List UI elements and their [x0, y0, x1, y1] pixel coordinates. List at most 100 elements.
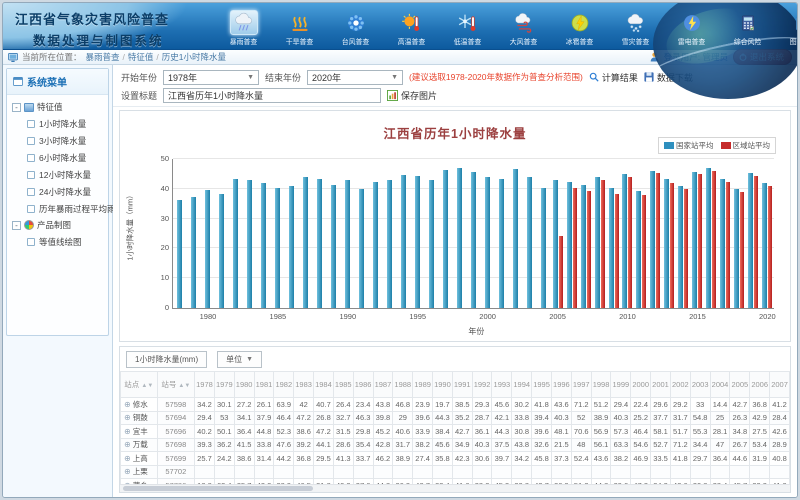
col-year[interactable]: 1980 — [234, 372, 254, 398]
col-year[interactable]: 1981 — [254, 372, 274, 398]
expand-icon[interactable]: ⊕ — [124, 427, 131, 436]
nav-item-snow[interactable]: 雪灾普查 — [613, 10, 658, 47]
scrollbar-thumb[interactable] — [123, 486, 313, 491]
bar-national-avg[interactable] — [748, 173, 753, 308]
legend-item[interactable]: 区域站平均 — [721, 140, 771, 151]
bar-national-avg[interactable] — [678, 186, 683, 308]
col-station-id[interactable]: 站号 ▲▼ — [157, 372, 194, 398]
col-year[interactable]: 1992 — [472, 372, 492, 398]
col-year[interactable]: 2003 — [690, 372, 710, 398]
bar-regional-avg[interactable] — [587, 191, 591, 308]
bar-national-avg[interactable] — [595, 177, 600, 308]
bar-regional-avg[interactable] — [628, 177, 632, 308]
col-year[interactable]: 1983 — [294, 372, 314, 398]
station-name-cell[interactable]: ⊕莲花 — [121, 492, 158, 493]
col-year[interactable]: 1985 — [333, 372, 353, 398]
tree-item[interactable]: 12小时降水量 — [9, 166, 106, 183]
collapse-icon[interactable]: - — [12, 103, 21, 112]
col-year[interactable]: 2004 — [710, 372, 730, 398]
col-year[interactable]: 2005 — [730, 372, 750, 398]
tree-item[interactable]: 24小时降水量 — [9, 183, 106, 200]
bar-regional-avg[interactable] — [601, 180, 605, 308]
bar-national-avg[interactable] — [650, 171, 655, 308]
col-year[interactable]: 1986 — [353, 372, 373, 398]
bar-regional-avg[interactable] — [698, 174, 702, 308]
calc-result-button[interactable]: 计算结果 — [589, 71, 638, 84]
bar-national-avg[interactable] — [247, 180, 252, 308]
bar-national-avg[interactable] — [734, 189, 739, 308]
bar-regional-avg[interactable] — [642, 195, 646, 308]
nav-item-rain[interactable]: 暴雨普查 — [221, 10, 266, 47]
bar-regional-avg[interactable] — [768, 186, 772, 308]
bar-regional-avg[interactable] — [712, 171, 716, 308]
nav-item-hail[interactable]: 冰雹普查 — [557, 10, 602, 47]
bar-regional-avg[interactable] — [656, 173, 660, 308]
col-year[interactable]: 1997 — [571, 372, 591, 398]
tree-item[interactable]: 3小时降水量 — [9, 132, 106, 149]
col-year[interactable]: 1999 — [611, 372, 631, 398]
col-year[interactable]: 1991 — [452, 372, 472, 398]
tree-group[interactable]: -产品制图 — [9, 217, 106, 233]
bar-national-avg[interactable] — [499, 179, 504, 308]
nav-item-typhoon[interactable]: 台风普查 — [333, 10, 378, 47]
bar-national-avg[interactable] — [177, 200, 182, 308]
bar-national-avg[interactable] — [581, 185, 586, 308]
table-row[interactable]: ⊕上高5769925.724.238.631.444.236.829.541.3… — [121, 452, 790, 466]
station-name-cell[interactable]: ⊕修水 — [121, 398, 158, 412]
breadcrumb-item[interactable]: 暴雨普查 — [86, 52, 120, 62]
station-name-cell[interactable]: ⊕宜丰 — [121, 425, 158, 439]
col-year[interactable]: 1987 — [373, 372, 393, 398]
legend-item[interactable]: 国家站平均 — [664, 140, 714, 151]
bar-national-avg[interactable] — [609, 188, 614, 308]
bar-regional-avg[interactable] — [615, 194, 619, 308]
col-year[interactable]: 1989 — [413, 372, 433, 398]
bar-national-avg[interactable] — [191, 197, 196, 308]
bar-regional-avg[interactable] — [726, 182, 730, 308]
save-image-button[interactable]: 保存图片 — [387, 89, 437, 102]
end-year-select[interactable]: 2020年▼ — [307, 70, 403, 85]
breadcrumb-item[interactable]: 特征值 — [128, 52, 154, 62]
bar-national-avg[interactable] — [457, 168, 462, 308]
bar-national-avg[interactable] — [415, 176, 420, 308]
bar-national-avg[interactable] — [373, 182, 378, 308]
nav-item-calculator[interactable]: 综合风险 — [725, 10, 770, 47]
bar-national-avg[interactable] — [664, 179, 669, 308]
col-year[interactable]: 1982 — [274, 372, 294, 398]
bar-national-avg[interactable] — [401, 175, 406, 309]
bar-national-avg[interactable] — [485, 177, 490, 308]
bar-regional-avg[interactable] — [670, 183, 674, 308]
bar-national-avg[interactable] — [261, 183, 266, 308]
table-metric-box[interactable]: 1小时降水量(mm) — [126, 351, 207, 368]
table-row[interactable]: ⊕修水5759834.230.127.226.163.94240.726.423… — [121, 398, 790, 412]
station-name-cell[interactable]: ⊕万载 — [121, 438, 158, 452]
chart-title-input[interactable] — [163, 88, 381, 103]
col-year[interactable]: 1996 — [551, 372, 571, 398]
col-year[interactable]: 2000 — [631, 372, 651, 398]
bar-national-avg[interactable] — [567, 182, 572, 308]
bar-national-avg[interactable] — [275, 188, 280, 308]
bar-national-avg[interactable] — [359, 189, 364, 308]
tree-group[interactable]: -特征值 — [9, 99, 106, 115]
nav-item-cold[interactable]: 低温普查 — [445, 10, 490, 47]
table-row[interactable]: ⊕铜鼓5769429.45334.137.946.447.226.832.746… — [121, 411, 790, 425]
nav-item-wind[interactable]: 大风普查 — [501, 10, 546, 47]
tree-item[interactable]: 1小时降水量 — [9, 115, 106, 132]
bar-national-avg[interactable] — [720, 179, 725, 308]
table-row[interactable]: ⊕万载5769839.336.241.533.847.639.244.128.6… — [121, 438, 790, 452]
bar-national-avg[interactable] — [219, 194, 224, 308]
station-name-cell[interactable]: ⊕上高 — [121, 452, 158, 466]
col-year[interactable]: 2001 — [651, 372, 671, 398]
expand-icon[interactable]: ⊕ — [124, 467, 131, 476]
bar-national-avg[interactable] — [345, 180, 350, 308]
horizontal-scrollbar[interactable] — [120, 484, 790, 492]
nav-item-drought[interactable]: 干旱普查 — [277, 10, 322, 47]
bar-national-avg[interactable] — [303, 177, 308, 308]
sort-icon[interactable]: ▲▼ — [178, 383, 190, 389]
nav-item-map-review[interactable]: 图件审核 — [781, 10, 798, 47]
bar-national-avg[interactable] — [205, 190, 210, 308]
table-row[interactable]: ⊕莲花5778933.636.242.829.445.638.344.731.2… — [121, 492, 790, 493]
bar-national-avg[interactable] — [527, 177, 532, 308]
col-year[interactable]: 1998 — [591, 372, 611, 398]
bar-national-avg[interactable] — [471, 172, 476, 308]
bar-national-avg[interactable] — [289, 186, 294, 308]
